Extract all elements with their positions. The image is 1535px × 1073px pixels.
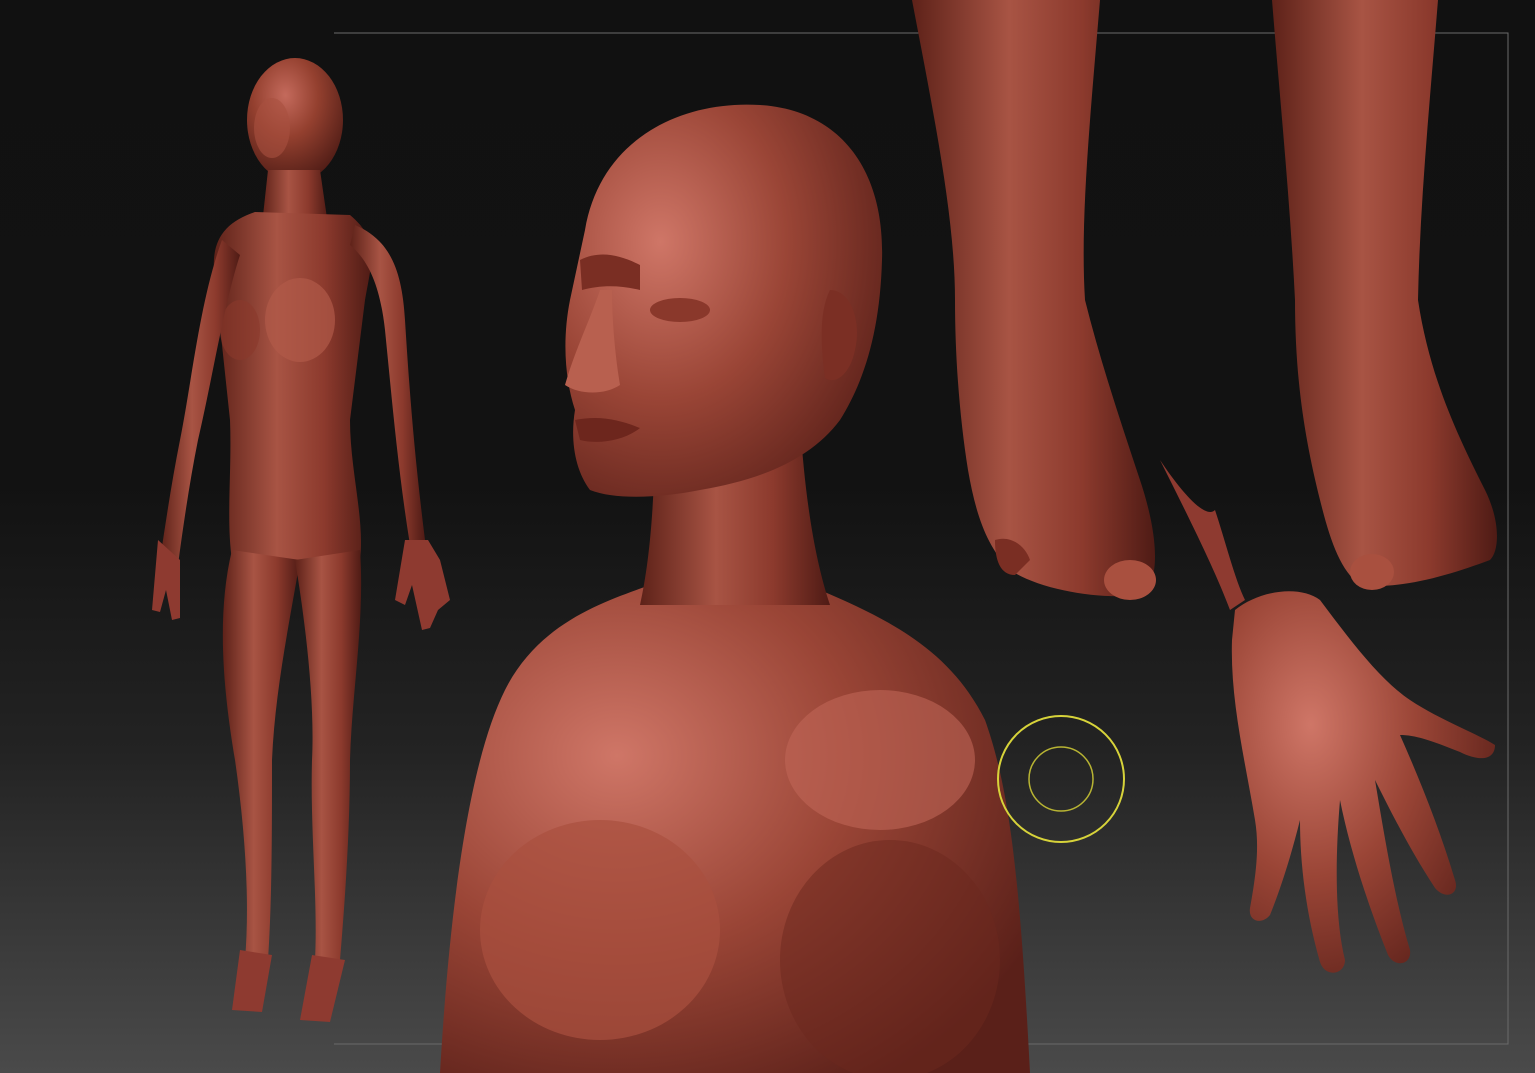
torso: [213, 212, 372, 560]
sculpt-render[interactable]: [0, 0, 1535, 1073]
brush-focal-ring: [1028, 746, 1094, 812]
brush-cursor[interactable]: [997, 715, 1125, 843]
left-arm: [160, 240, 240, 565]
brush-draw-size-ring: [997, 715, 1125, 843]
right-foot: [300, 955, 345, 1022]
right-foot-view: [1272, 0, 1497, 586]
right-leg: [295, 550, 362, 960]
eye: [650, 298, 710, 322]
left-leg: [222, 550, 300, 960]
left-foot-view: [912, 0, 1155, 597]
right-hand: [395, 540, 450, 630]
full-body-figure[interactable]: [152, 58, 450, 1022]
hand: [1231, 591, 1495, 973]
wrist-strip: [1160, 460, 1245, 610]
zbrush-canvas[interactable]: [0, 0, 1535, 1073]
left-foot: [232, 950, 272, 1012]
feet-closeup[interactable]: [912, 0, 1497, 600]
big-toe: [1104, 560, 1156, 600]
head-torso-closeup[interactable]: [440, 104, 1030, 1073]
